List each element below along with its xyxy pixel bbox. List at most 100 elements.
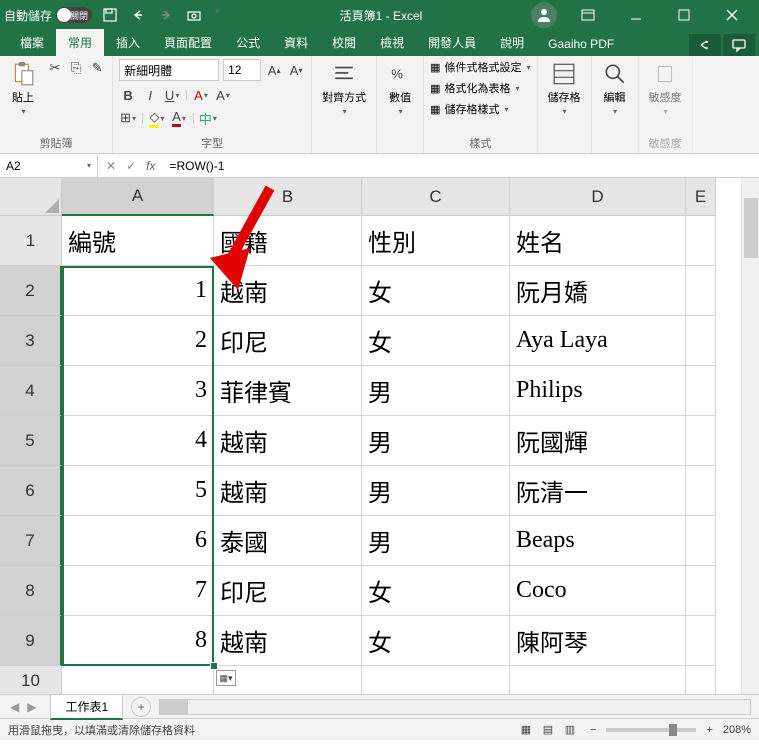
format-painter-icon[interactable]: ✎: [88, 59, 106, 77]
cell-E1[interactable]: [686, 216, 716, 266]
horizontal-scrollbar[interactable]: [159, 699, 751, 715]
name-box[interactable]: A2▾: [0, 154, 98, 177]
cell-E4[interactable]: [686, 366, 716, 416]
zoom-level[interactable]: 208%: [723, 724, 751, 736]
enter-icon[interactable]: ✓: [126, 159, 136, 173]
tab-view[interactable]: 檢視: [368, 29, 416, 56]
comments-icon[interactable]: [723, 34, 755, 56]
page-layout-view-icon[interactable]: ▤: [538, 722, 558, 738]
cell-B5[interactable]: 越南: [214, 416, 362, 466]
cell-A9[interactable]: 8: [62, 616, 214, 666]
tab-home[interactable]: 常用: [56, 29, 104, 56]
tab-data[interactable]: 資料: [272, 29, 320, 56]
cell-A2[interactable]: 1: [62, 266, 214, 316]
row-header-5[interactable]: 5: [0, 416, 62, 466]
cancel-icon[interactable]: ✕: [106, 159, 116, 173]
cell-C4[interactable]: 男: [362, 366, 510, 416]
fx-icon[interactable]: fx: [146, 159, 155, 173]
cell-B6[interactable]: 越南: [214, 466, 362, 516]
autosave-toggle[interactable]: 自動儲存 關閉: [4, 7, 92, 24]
share-icon[interactable]: [689, 34, 721, 56]
cell-D2[interactable]: 阮月嬌: [510, 266, 686, 316]
row-header-10[interactable]: 10: [0, 666, 62, 694]
cell-C2[interactable]: 女: [362, 266, 510, 316]
font-color-icon[interactable]: A▾: [170, 109, 188, 127]
number-button[interactable]: % 數值▾: [383, 59, 417, 118]
page-break-view-icon[interactable]: ▥: [560, 722, 580, 738]
cell-D10[interactable]: [510, 666, 686, 694]
underline-icon[interactable]: U▾: [163, 86, 181, 104]
row-header-4[interactable]: 4: [0, 366, 62, 416]
cell-A1[interactable]: 編號: [62, 216, 214, 266]
tab-file[interactable]: 檔案: [8, 29, 56, 56]
cell-E6[interactable]: [686, 466, 716, 516]
row-header-2[interactable]: 2: [0, 266, 62, 316]
row-header-6[interactable]: 6: [0, 466, 62, 516]
phonetic-icon[interactable]: A▾: [192, 86, 210, 104]
font-size-select[interactable]: [223, 59, 261, 81]
spreadsheet[interactable]: ABCDE 12345678910 編號國籍性別姓名1越南女阮月嬌2印尼女Aya…: [0, 178, 759, 694]
cell-D5[interactable]: 阮國輝: [510, 416, 686, 466]
normal-view-icon[interactable]: ▦: [516, 722, 536, 738]
cell-C10[interactable]: [362, 666, 510, 694]
font-name-select[interactable]: [119, 59, 219, 81]
tab-help[interactable]: 說明: [488, 29, 536, 56]
tab-insert[interactable]: 插入: [104, 29, 152, 56]
user-avatar[interactable]: [531, 2, 557, 28]
col-header-D[interactable]: D: [510, 178, 686, 216]
cell-A8[interactable]: 7: [62, 566, 214, 616]
camera-icon[interactable]: [186, 7, 202, 23]
autofill-options-icon[interactable]: ▦▾: [216, 670, 236, 686]
cells-button[interactable]: 儲存格▾: [544, 59, 585, 118]
save-icon[interactable]: [102, 7, 118, 23]
close-button[interactable]: [709, 0, 755, 30]
phonetic-guide-icon[interactable]: 中▾: [199, 109, 217, 127]
cell-B4[interactable]: 菲律賓: [214, 366, 362, 416]
cell-E7[interactable]: [686, 516, 716, 566]
cell-A7[interactable]: 6: [62, 516, 214, 566]
cell-B3[interactable]: 印尼: [214, 316, 362, 366]
cell-D8[interactable]: Coco: [510, 566, 686, 616]
alignment-button[interactable]: 對齊方式▾: [318, 59, 370, 118]
zoom-out-icon[interactable]: −: [590, 724, 596, 736]
font-grow-icon[interactable]: A▾: [214, 86, 232, 104]
cell-B1[interactable]: 國籍: [214, 216, 362, 266]
cell-C3[interactable]: 女: [362, 316, 510, 366]
cell-E3[interactable]: [686, 316, 716, 366]
minimize-button[interactable]: [613, 0, 659, 30]
tab-developer[interactable]: 開發人員: [416, 29, 488, 56]
editing-button[interactable]: 編輯▾: [598, 59, 632, 118]
cell-B9[interactable]: 越南: [214, 616, 362, 666]
toggle-switch[interactable]: 關閉: [56, 7, 92, 23]
cell-C5[interactable]: 男: [362, 416, 510, 466]
cell-E9[interactable]: [686, 616, 716, 666]
tab-gaaiho[interactable]: Gaaiho PDF: [536, 32, 626, 56]
col-header-B[interactable]: B: [214, 178, 362, 216]
cell-D7[interactable]: Beaps: [510, 516, 686, 566]
cell-C7[interactable]: 男: [362, 516, 510, 566]
add-sheet-button[interactable]: +: [131, 697, 151, 717]
undo-icon[interactable]: [130, 7, 146, 23]
cell-A6[interactable]: 5: [62, 466, 214, 516]
cell-styles-button[interactable]: ▦ 儲存格樣式 ▾: [430, 101, 508, 117]
col-header-C[interactable]: C: [362, 178, 510, 216]
col-header-E[interactable]: E: [686, 178, 716, 216]
row-header-3[interactable]: 3: [0, 316, 62, 366]
row-header-8[interactable]: 8: [0, 566, 62, 616]
cell-D9[interactable]: 陳阿琴: [510, 616, 686, 666]
format-table-button[interactable]: ▦ 格式化為表格 ▾: [430, 80, 519, 96]
qat-dropdown-icon[interactable]: ▾: [215, 7, 231, 23]
vertical-scrollbar[interactable]: [741, 178, 759, 694]
cell-D1[interactable]: 姓名: [510, 216, 686, 266]
cell-C1[interactable]: 性別: [362, 216, 510, 266]
increase-font-icon[interactable]: A▴: [265, 61, 283, 79]
tab-formulas[interactable]: 公式: [224, 29, 272, 56]
cell-A4[interactable]: 3: [62, 366, 214, 416]
cut-icon[interactable]: ✂: [46, 59, 64, 77]
cell-B2[interactable]: 越南: [214, 266, 362, 316]
ribbon-display-icon[interactable]: [565, 0, 611, 30]
cell-B8[interactable]: 印尼: [214, 566, 362, 616]
conditional-format-button[interactable]: ▦ 條件式格式設定 ▾: [430, 59, 530, 75]
zoom-in-icon[interactable]: +: [706, 724, 712, 736]
row-header-9[interactable]: 9: [0, 616, 62, 666]
